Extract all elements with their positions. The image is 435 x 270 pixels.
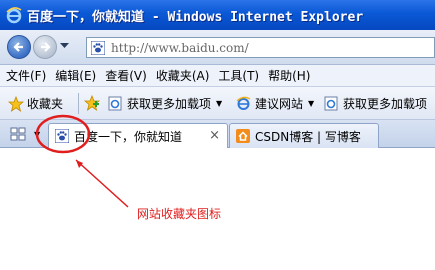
menu-edit[interactable]: 编辑(E) [55,67,96,84]
close-tab-icon[interactable]: × [209,128,220,143]
tab-label: CSDN博客 | 写博客 [255,129,361,144]
title-bar: 百度一下，你就知道 - Windows Internet Explorer [0,0,435,30]
favorites-item-suggested-sites[interactable]: 建议网站 ▼ [236,95,314,112]
chevron-down-icon: ▼ [216,99,223,108]
favorites-item-get-addons-1[interactable]: 获取更多加载项 ▼ [108,95,222,112]
tab-csdn[interactable]: CSDN博客 | 写博客 [229,123,379,148]
ie-logo-icon [236,96,251,110]
favorites-item-label: 建议网站 [255,97,304,111]
tab-label: 百度一下，你就知道 [74,129,183,144]
favorites-label: 收藏夹 [27,97,64,111]
menu-help[interactable]: 帮助(H) [268,67,310,84]
address-url: http://www.baidu.com/ [111,40,249,55]
baidu-paw-icon [91,40,105,55]
ie-logo-icon [6,7,22,24]
chevron-down-icon: ▼ [308,99,315,108]
menu-favorites[interactable]: 收藏夹(A) [156,67,210,84]
favorites-button[interactable]: 收藏夹 [8,95,63,112]
address-input[interactable]: http://www.baidu.com/ [86,37,435,58]
navigation-bar: http://www.baidu.com/ [0,30,435,65]
quick-tabs-icon[interactable] [10,127,26,141]
menu-bar: 文件(F) 编辑(E) 查看(V) 收藏夹(A) 工具(T) 帮助(H) [0,65,435,87]
forward-arrow-icon [41,42,51,52]
favorites-bar: 收藏夹 获取更多加载项 ▼ 建议网站 ▼ 获取更多加载项 [0,87,435,120]
menu-file[interactable]: 文件(F) [6,67,46,84]
tab-list-dropdown-icon[interactable]: ▼ [34,130,40,139]
favorites-separator [78,93,79,114]
add-to-favorites-icon[interactable] [84,95,100,111]
back-button[interactable] [7,35,31,59]
favorites-item-label: 获取更多加载项 [343,97,428,111]
back-arrow-icon [13,42,23,52]
baidu-paw-icon [55,129,69,143]
home-icon [236,129,250,143]
ie-page-icon [108,96,122,111]
favorites-item-get-addons-2[interactable]: 获取更多加载项 [324,95,427,112]
favorites-item-label: 获取更多加载项 [127,97,212,111]
favorites-star-icon [8,95,24,112]
window-title: 百度一下，你就知道 - Windows Internet Explorer [27,9,364,25]
recent-pages-dropdown-icon[interactable] [60,43,69,49]
tab-baidu[interactable]: 百度一下，你就知道 × [48,123,228,148]
menu-view[interactable]: 查看(V) [105,67,147,84]
tab-bar: ▼ 百度一下，你就知道 × CSDN博客 | 写博客 [0,120,435,148]
annotation-label: 网站收藏夹图标 [137,207,222,221]
ie-page-icon [324,96,338,111]
forward-button[interactable] [33,35,57,59]
menu-tools[interactable]: 工具(T) [218,67,259,84]
